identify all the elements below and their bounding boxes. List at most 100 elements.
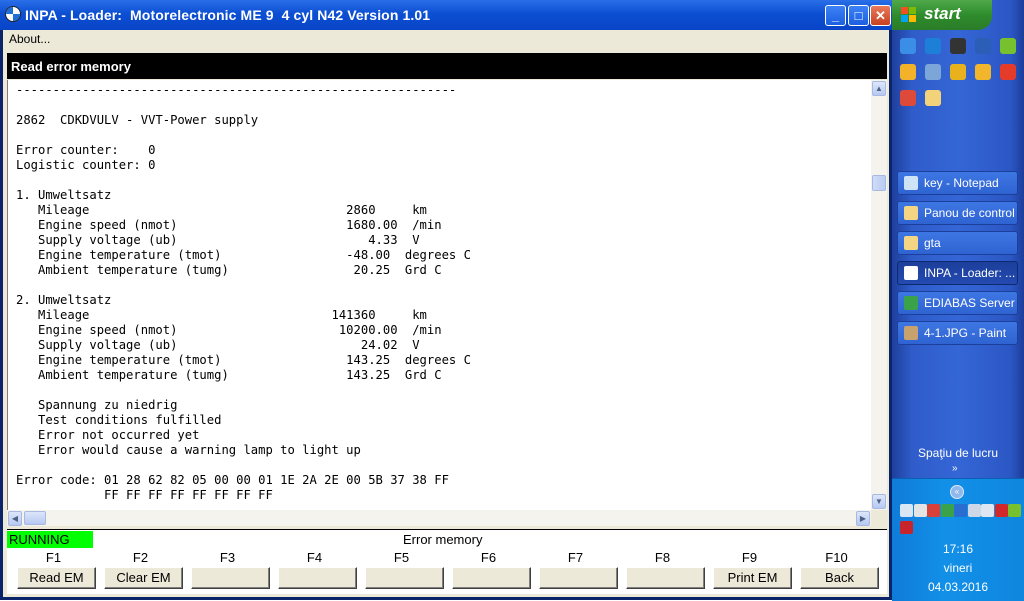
function-key-f8: F8 (619, 548, 706, 594)
bmw-icon (904, 266, 918, 280)
bitdefender-icon[interactable] (994, 504, 1008, 517)
function-key-button-f3[interactable] (191, 567, 270, 589)
task-button[interactable]: EDIABAS Server (897, 291, 1018, 315)
task-button[interactable]: key - Notepad (897, 171, 1018, 195)
function-key-button-f2[interactable]: Clear EM (104, 567, 183, 589)
function-key-label: F3 (219, 550, 236, 565)
function-key-f7: F7 (532, 548, 619, 594)
system-tray: « 17:16 vineri 04.03.2016 (892, 478, 1024, 601)
utorrent-icon[interactable] (1000, 38, 1016, 54)
clock-date: 04.03.2016 (927, 580, 989, 594)
output-text-area[interactable]: ----------------------------------------… (7, 80, 872, 510)
function-key-label: F1 (45, 550, 62, 565)
function-key-button-f9[interactable]: Print EM (713, 567, 792, 589)
ie-icon[interactable] (900, 38, 916, 54)
function-key-button-f10[interactable]: Back (800, 567, 879, 589)
usb-icon[interactable] (967, 504, 981, 517)
client-area: Read error memory ----------------------… (3, 48, 889, 597)
function-key-button-f8[interactable] (626, 567, 705, 589)
function-key-f3: F3 (184, 548, 271, 594)
tray-collapse-icon[interactable]: « (950, 485, 964, 499)
window-title: INPA - Loader: Motorelectronic ME 9 4 cy… (25, 7, 431, 23)
media-player-icon[interactable] (950, 64, 966, 80)
status-text: Error memory (403, 532, 483, 547)
function-key-button-f5[interactable] (365, 567, 444, 589)
task-button[interactable]: INPA - Loader: ... (897, 261, 1018, 285)
task-button[interactable]: gta (897, 231, 1018, 255)
bmw-icon[interactable] (5, 6, 21, 22)
function-key-f10: F10 Back (793, 548, 880, 594)
function-key-label: F10 (825, 550, 848, 565)
vertical-scrollbar[interactable]: ▲ ▼ (871, 80, 887, 510)
antivirus-icon[interactable] (900, 521, 913, 534)
menu-bar: About... (3, 30, 889, 48)
smiley-icon[interactable] (900, 64, 916, 80)
function-key-f4: F4 (271, 548, 358, 594)
start-button[interactable]: start (892, 0, 992, 30)
close-button[interactable]: ✕ (870, 5, 891, 26)
scroll-corner (871, 510, 887, 526)
internet-explorer-icon[interactable] (925, 38, 941, 54)
folder-icon[interactable] (925, 90, 941, 106)
function-key-f5: F5 (358, 548, 445, 594)
scroll-right-icon[interactable]: ▶ (856, 511, 870, 526)
clock-day: vineri (943, 561, 973, 575)
paint-icon (904, 326, 918, 340)
panel-title: Read error memory (11, 59, 131, 74)
printer-icon[interactable] (913, 504, 927, 517)
word-icon[interactable] (975, 38, 991, 54)
function-key-f2: F2 Clear EM (97, 548, 184, 594)
control-panel-folder-icon (904, 206, 918, 220)
task-label: Panou de control (924, 206, 1015, 220)
function-key-label: F7 (567, 550, 584, 565)
camera-icon[interactable] (950, 38, 966, 54)
function-key-label: F2 (132, 550, 149, 565)
function-key-bar: F1 Read EM F2 Clear EM F3 F4 F5 F6 F7 F8 F9 Print E… (7, 548, 887, 594)
menu-item-about[interactable]: About... (9, 32, 50, 46)
taskbar: start key - Notepad Panou de control gta IN… (892, 0, 1024, 601)
windows-flag-icon (901, 7, 917, 23)
utorrent-tray-icon[interactable] (1008, 504, 1021, 517)
scroll-up-icon[interactable]: ▲ (872, 81, 886, 96)
image-viewer-icon[interactable] (925, 64, 941, 80)
task-label: 4-1.JPG - Paint (924, 326, 1007, 340)
maximize-button[interactable]: □ (848, 5, 869, 26)
horizontal-scroll-thumb[interactable] (24, 511, 46, 525)
clock-time[interactable]: 17:16 (892, 542, 1024, 556)
horizontal-scrollbar[interactable]: ◀ ▶ (7, 510, 871, 526)
folder-icon (904, 236, 918, 250)
function-key-button-f1[interactable]: Read EM (17, 567, 96, 589)
function-key-label: F4 (306, 550, 323, 565)
workspace-label[interactable]: Spaţiu de lucru (892, 446, 1024, 460)
kmplayer-icon[interactable] (975, 64, 991, 80)
task-label: gta (924, 236, 941, 250)
ediabas-tray-icon[interactable] (940, 504, 954, 517)
bluetooth-icon[interactable] (954, 504, 967, 517)
title-bar[interactable]: INPA - Loader: Motorelectronic ME 9 4 cy… (0, 0, 892, 30)
shield-icon[interactable] (927, 504, 940, 517)
function-key-button-f6[interactable] (452, 567, 531, 589)
error-memory-output: ----------------------------------------… (16, 83, 471, 502)
opera-icon[interactable] (1000, 64, 1016, 80)
task-label: INPA - Loader: ... (924, 266, 1016, 280)
function-key-f1: F1 Read EM (10, 548, 97, 594)
panel-header: Read error memory (7, 53, 887, 79)
scroll-left-icon[interactable]: ◀ (8, 511, 22, 526)
minimize-button[interactable]: _ (825, 5, 846, 26)
task-button[interactable]: Panou de control (897, 201, 1018, 225)
chevron-down-icon[interactable]: » (952, 463, 958, 474)
notepad-icon (904, 176, 918, 190)
function-key-button-f4[interactable] (278, 567, 357, 589)
vertical-scroll-thumb[interactable] (872, 175, 886, 191)
task-button[interactable]: 4-1.JPG - Paint (897, 321, 1018, 345)
ediabas-icon (904, 296, 918, 310)
function-key-label: F9 (741, 550, 758, 565)
function-key-f9: F9 Print EM (706, 548, 793, 594)
chrome-icon[interactable] (900, 90, 916, 106)
monitor-icon[interactable] (981, 504, 994, 517)
function-key-label: F6 (480, 550, 497, 565)
function-key-button-f7[interactable] (539, 567, 618, 589)
start-label: start (924, 4, 961, 23)
scroll-down-icon[interactable]: ▼ (872, 494, 886, 509)
network-icon[interactable] (900, 504, 913, 517)
